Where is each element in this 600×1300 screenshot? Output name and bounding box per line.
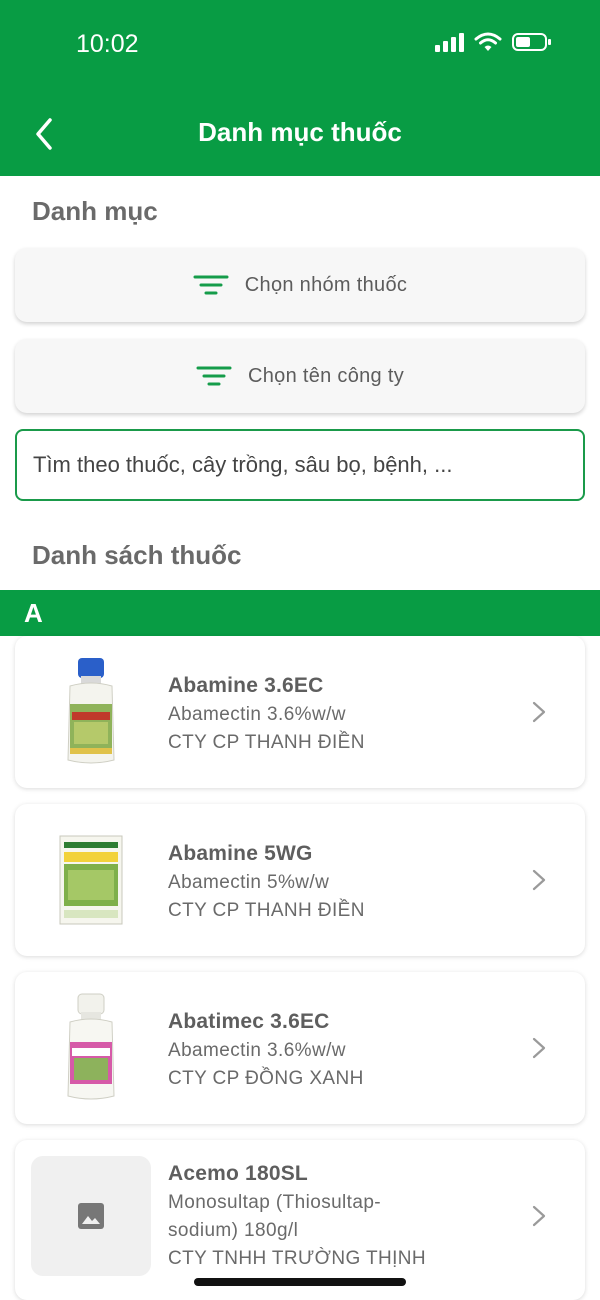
product-image [31,986,151,1110]
search-input[interactable] [33,452,583,478]
item-ingredient-line2: sodium) 180g/l [168,1220,299,1241]
wifi-icon [474,32,502,51]
status-time: 10:02 [76,30,139,58]
chevron-right-icon [532,869,546,891]
signal-icon [435,32,464,52]
battery-icon [512,33,551,51]
chevron-right-icon [532,701,546,723]
list-item[interactable]: Abamine 5WG Abamectin 5%w/w CTY CP THANH… [15,804,585,956]
item-text: Abamine 3.6EC Abamectin 3.6%w/w CTY CP T… [168,674,365,754]
section-letter: A [24,598,43,628]
item-name: Abamine 3.6EC [168,674,324,697]
item-name: Abamine 5WG [168,842,313,865]
sachet-image [59,835,123,925]
list-item[interactable]: Abamine 3.6EC Abamectin 3.6%w/w CTY CP T… [15,636,585,788]
select-group-button[interactable]: Chọn nhóm thuốc [15,248,585,322]
product-image [31,650,151,774]
item-text: Abamine 5WG Abamectin 5%w/w CTY CP THANH… [168,842,365,922]
product-image [31,818,151,942]
home-indicator[interactable] [194,1278,406,1286]
item-name: Acemo 180SL [168,1162,308,1185]
section-letter-bar: A [0,590,600,636]
category-title: Danh mục [32,196,158,226]
product-image [31,1154,151,1278]
image-placeholder [31,1156,151,1276]
select-company-label: Chọn tên công ty [247,364,404,387]
item-company: CTY TNHH TRƯỜNG THỊNH [168,1248,427,1269]
item-text: Abatimec 3.6EC Abamectin 3.6%w/w CTY CP … [168,1010,364,1090]
chevron-right-icon [532,1205,546,1227]
chevron-right-icon [532,1037,546,1059]
filter-icon [193,275,229,295]
app-header: 10:02 Danh mục thuốc [0,0,600,176]
item-company: CTY CP ĐỒNG XANH [168,1068,364,1089]
item-text: Acemo 180SL Monosultap (Thiosultap- sodi… [168,1162,426,1270]
select-group-label: Chọn nhóm thuốc [244,273,408,296]
search-box[interactable] [15,429,585,501]
filter-icon [196,366,232,386]
list-item[interactable]: Abatimec 3.6EC Abamectin 3.6%w/w CTY CP … [15,972,585,1124]
item-company: CTY CP THANH ĐIỀN [168,900,365,921]
list-item[interactable]: Acemo 180SL Monosultap (Thiosultap- sodi… [15,1140,585,1300]
item-company: CTY CP THANH ĐIỀN [168,732,365,753]
item-ingredient: Abamectin 3.6%w/w [168,1040,346,1061]
item-name: Abatimec 3.6EC [168,1010,330,1033]
item-ingredient: Abamectin 3.6%w/w [168,704,346,725]
image-placeholder-icon [78,1203,104,1229]
item-ingredient-line1: Monosultap (Thiosultap- [168,1192,382,1213]
bottle-image [67,658,115,764]
status-icons [435,32,552,52]
select-company-button[interactable]: Chọn tên công ty [15,339,585,413]
bottle-image [67,993,115,1100]
list-title: Danh sách thuốc [32,540,242,570]
item-ingredient: Abamectin 5%w/w [168,872,330,893]
page-title: Danh mục thuốc [198,117,402,147]
